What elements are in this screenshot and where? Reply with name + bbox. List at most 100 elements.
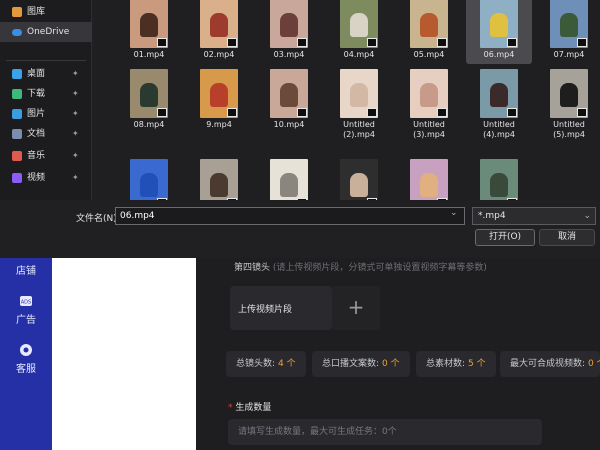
sidebar-item-label: 广告 bbox=[16, 315, 36, 326]
stat-total-shots: 总镜头数: 4 个 bbox=[226, 351, 306, 377]
video-thumbnail bbox=[550, 69, 588, 118]
file-name: 05.mp4 bbox=[413, 50, 445, 59]
documents-icon bbox=[12, 129, 22, 139]
stat-voiceover-count: 总口播文案数: 0 个 bbox=[312, 351, 410, 377]
nav-item-label: 文档 bbox=[27, 129, 46, 139]
file-item[interactable] bbox=[466, 158, 532, 200]
sidebar-item-label: 店铺 bbox=[16, 266, 36, 277]
upload-clip-label: 上传视频片段 bbox=[238, 305, 293, 315]
open-button[interactable]: 打开(O) bbox=[475, 229, 535, 246]
nav-item[interactable]: 下载 ✦ bbox=[0, 84, 92, 104]
file-grid: 01.mp4 02.mp4 03.mp4 04.mp4 05.mp4 06.mp4 07.m… bbox=[96, 0, 600, 200]
file-item[interactable]: 03.mp4 bbox=[256, 0, 322, 64]
file-item[interactable]: Untitled (4).mp4 bbox=[466, 68, 532, 139]
video-file-icon bbox=[507, 108, 517, 117]
file-name: 03.mp4 bbox=[273, 50, 305, 59]
ads-icon: ADS bbox=[20, 296, 32, 306]
filename-label: 文件名(N): bbox=[76, 214, 120, 224]
nav-item[interactable]: 音乐 ✦ bbox=[0, 146, 92, 166]
file-item[interactable] bbox=[256, 158, 322, 200]
nav-item-label: 图库 bbox=[27, 7, 46, 17]
file-name: 9.mp4 bbox=[206, 120, 232, 129]
desktop-icon bbox=[12, 69, 22, 79]
chevron-down-icon[interactable]: ⌄ bbox=[450, 208, 458, 218]
video-thumbnail bbox=[200, 159, 238, 200]
video-thumbnail bbox=[480, 0, 518, 48]
file-item[interactable]: 08.mp4 bbox=[116, 68, 182, 134]
stat-material-count: 总素材数: 5 个 bbox=[416, 351, 496, 377]
nav-item-label: 音乐 bbox=[27, 151, 46, 161]
video-file-icon bbox=[577, 38, 587, 47]
file-name: Untitled (5).mp4 bbox=[553, 120, 585, 139]
video-file-icon bbox=[157, 38, 167, 47]
filename-input[interactable] bbox=[115, 207, 465, 225]
file-item[interactable]: 9.mp4 bbox=[186, 68, 252, 134]
nav-divider bbox=[6, 60, 86, 61]
pin-icon: ✦ bbox=[72, 129, 79, 138]
file-item[interactable] bbox=[396, 158, 462, 200]
nav-item-label: OneDrive bbox=[27, 27, 70, 37]
video-file-icon bbox=[297, 108, 307, 117]
sidebar-item-store[interactable]: 店铺 bbox=[0, 262, 52, 277]
gallery-icon bbox=[12, 7, 22, 17]
download-icon bbox=[12, 89, 22, 99]
file-item[interactable] bbox=[326, 158, 392, 200]
pin-icon: ✦ bbox=[72, 89, 79, 98]
file-item[interactable]: 02.mp4 bbox=[186, 0, 252, 64]
app-sidebar: 店铺 ADS 广告 客服 bbox=[0, 250, 52, 450]
support-icon bbox=[20, 344, 32, 356]
music-icon bbox=[12, 151, 22, 161]
generate-count-input[interactable]: 请填写生成数量，最大可生成任务：0个 bbox=[228, 419, 542, 445]
file-name: Untitled (3).mp4 bbox=[413, 120, 445, 139]
nav-item[interactable]: OneDrive bbox=[0, 22, 92, 42]
video-thumbnail bbox=[550, 0, 588, 48]
file-item[interactable]: Untitled (5).mp4 bbox=[536, 68, 600, 139]
chevron-down-icon: ⌄ bbox=[583, 211, 591, 221]
nav-item[interactable]: 文档 ✦ bbox=[0, 124, 92, 144]
nav-item[interactable]: 图库 bbox=[0, 2, 92, 22]
file-name: Untitled (4).mp4 bbox=[483, 120, 515, 139]
required-mark: * bbox=[228, 403, 233, 413]
video-thumbnail bbox=[130, 159, 168, 200]
file-item[interactable]: 01.mp4 bbox=[116, 0, 182, 64]
add-clip-button[interactable]: + bbox=[332, 286, 380, 330]
sidebar-item-support[interactable]: 客服 bbox=[0, 343, 52, 375]
video-file-icon bbox=[367, 38, 377, 47]
svg-text:ADS: ADS bbox=[21, 300, 31, 306]
video-thumbnail bbox=[340, 69, 378, 118]
video-thumbnail bbox=[410, 69, 448, 118]
nav-item-label: 视频 bbox=[27, 173, 46, 183]
file-item[interactable]: Untitled (3).mp4 bbox=[396, 68, 462, 139]
file-name: Untitled (2).mp4 bbox=[343, 120, 375, 139]
file-type-select[interactable]: *.mp4 ⌄ bbox=[472, 207, 596, 225]
file-item[interactable]: 10.mp4 bbox=[256, 68, 322, 134]
video-thumbnail bbox=[480, 69, 518, 118]
cancel-button[interactable]: 取消 bbox=[539, 229, 595, 246]
file-item[interactable]: Untitled (2).mp4 bbox=[326, 68, 392, 139]
file-item[interactable] bbox=[186, 158, 252, 200]
navigation-pane: 图库 OneDrive 桌面 ✦ 下载 ✦ 图片 ✦ 文档 ✦ 音乐 ✦ 视频 ✦ bbox=[0, 0, 92, 200]
file-name-bar: 文件名(N): ⌄ *.mp4 ⌄ 打开(O) 取消 bbox=[0, 200, 600, 258]
file-item[interactable]: 05.mp4 bbox=[396, 0, 462, 64]
videos-icon bbox=[12, 173, 22, 183]
file-item[interactable]: 07.mp4 bbox=[536, 0, 600, 64]
sidebar-item-ads[interactable]: ADS 广告 bbox=[0, 294, 52, 326]
video-thumbnail bbox=[200, 69, 238, 118]
video-thumbnail bbox=[410, 0, 448, 48]
video-file-icon bbox=[227, 38, 237, 47]
video-thumbnail bbox=[340, 159, 378, 200]
video-thumbnail bbox=[270, 69, 308, 118]
video-thumbnail bbox=[410, 159, 448, 200]
file-item[interactable]: 06.mp4 bbox=[466, 0, 532, 64]
nav-item[interactable]: 视频 ✦ bbox=[0, 168, 92, 188]
generate-count-label: * 生成数量 bbox=[228, 403, 272, 413]
nav-item[interactable]: 桌面 ✦ bbox=[0, 64, 92, 84]
video-file-icon bbox=[577, 108, 587, 117]
video-file-icon bbox=[507, 38, 517, 47]
pin-icon: ✦ bbox=[72, 151, 79, 160]
file-item[interactable] bbox=[116, 158, 182, 200]
onedrive-icon bbox=[12, 29, 22, 36]
file-item[interactable]: 04.mp4 bbox=[326, 0, 392, 64]
nav-item[interactable]: 图片 ✦ bbox=[0, 104, 92, 124]
upload-clip-button[interactable]: 上传视频片段 bbox=[230, 286, 332, 330]
